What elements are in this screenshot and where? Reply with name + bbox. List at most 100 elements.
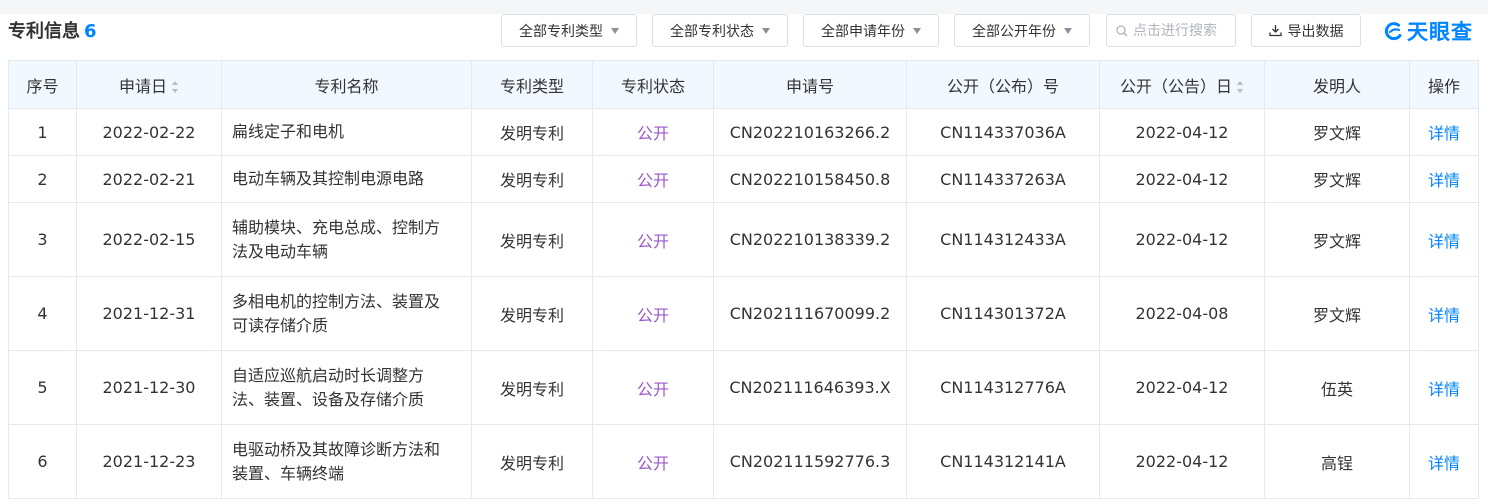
top-strip — [0, 0, 1488, 14]
cell-patent-name: 多相电机的控制方法、装置及 可读存储介质 — [221, 276, 472, 351]
cell-patent-status: 公开 — [592, 202, 714, 277]
cell-apply-date: 2022-02-15 — [76, 202, 222, 277]
cell-apply-no: CN202210163266.2 — [713, 108, 907, 156]
patent-name-line: 法、装置、设备及存储介质 — [232, 389, 425, 409]
cell-apply-date: 2021-12-31 — [76, 276, 222, 351]
patent-status-filter-label: 全部专利状态 — [670, 23, 754, 40]
cell-index: 2 — [8, 155, 77, 203]
cell-pub-no: CN114337036A — [906, 108, 1100, 156]
apply-year-filter[interactable]: 全部申请年份 — [803, 14, 939, 47]
patent-type-filter-label: 全部专利类型 — [519, 23, 603, 40]
detail-link[interactable]: 详情 — [1428, 380, 1460, 399]
cell-apply-no: CN202210158450.8 — [713, 155, 907, 203]
col-header-pub-date[interactable]: 公开（公告）日 — [1099, 60, 1265, 109]
cell-patent-type: 发明专利 — [471, 276, 593, 351]
cell-patent-name: 辅助模块、充电总成、控制方 法及电动车辆 — [221, 202, 472, 277]
search-box[interactable] — [1106, 14, 1236, 47]
cell-inventor: 罗文辉 — [1264, 155, 1410, 203]
col-header-index: 序号 — [8, 60, 77, 109]
patent-name-line: 自适应巡航启动时长调整方 — [232, 365, 425, 385]
table-row: 4 2021-12-31 多相电机的控制方法、装置及 可读存储介质 发明专利 公开… — [8, 276, 1479, 351]
cell-inventor: 伍英 — [1264, 350, 1410, 425]
patent-name-line: 辅助模块、充电总成、控制方 — [232, 217, 441, 237]
sort-icon[interactable] — [1237, 81, 1244, 93]
search-input[interactable] — [1133, 22, 1233, 39]
publish-year-filter[interactable]: 全部公开年份 — [954, 14, 1090, 47]
col-header-action: 操作 — [1409, 60, 1479, 109]
detail-link[interactable]: 详情 — [1428, 171, 1460, 190]
col-header-status: 专利状态 — [592, 60, 714, 109]
detail-link[interactable]: 详情 — [1428, 124, 1460, 143]
col-header-apply-date[interactable]: 申请日 — [76, 60, 222, 109]
cell-inventor: 高锃 — [1264, 424, 1410, 499]
cell-patent-status: 公开 — [592, 350, 714, 425]
table-header-row: 序号 申请日 专利名称 专利类型 专利状态 申请号 公开（公布）号 公开（公告）… — [8, 60, 1479, 109]
col-header-pub-no: 公开（公布）号 — [906, 60, 1100, 109]
cell-patent-type: 发明专利 — [471, 155, 593, 203]
patent-status-filter[interactable]: 全部专利状态 — [652, 14, 788, 47]
cell-pub-date: 2022-04-08 — [1099, 276, 1265, 351]
sort-icon[interactable] — [172, 81, 179, 93]
cell-action: 详情 — [1409, 350, 1479, 425]
patent-name-line: 多相电机的控制方法、装置及 — [232, 291, 441, 311]
cell-pub-date: 2022-04-12 — [1099, 424, 1265, 499]
cell-index: 5 — [8, 350, 77, 425]
cell-apply-no: CN202210138339.2 — [713, 202, 907, 277]
patent-name-line: 电驱动桥及其故障诊断方法和 — [232, 439, 441, 459]
cell-patent-type: 发明专利 — [471, 424, 593, 499]
cell-inventor: 罗文辉 — [1264, 108, 1410, 156]
cell-patent-type: 发明专利 — [471, 350, 593, 425]
cell-patent-status: 公开 — [592, 276, 714, 351]
detail-link[interactable]: 详情 — [1428, 232, 1460, 251]
cell-action: 详情 — [1409, 108, 1479, 156]
caret-down-icon — [1064, 28, 1072, 34]
table-row: 1 2022-02-22 扁线定子和电机 发明专利 公开 CN202210163… — [8, 108, 1479, 156]
cell-index: 6 — [8, 424, 77, 499]
cell-action: 详情 — [1409, 202, 1479, 277]
tianyancha-logo: 天眼查 — [1384, 16, 1473, 46]
patent-count: 6 — [84, 21, 97, 42]
patent-name-line: 装置、车辆终端 — [232, 463, 345, 483]
cell-apply-date: 2021-12-23 — [76, 424, 222, 499]
cell-patent-name: 电动车辆及其控制电源电路 — [221, 155, 472, 203]
table-row: 3 2022-02-15 辅助模块、充电总成、控制方 法及电动车辆 发明专利 公开… — [8, 202, 1479, 277]
cell-patent-status: 公开 — [592, 424, 714, 499]
section-title-label: 专利信息 — [8, 21, 80, 42]
download-icon — [1268, 25, 1282, 37]
col-header-apply-date-label: 申请日 — [118, 76, 167, 96]
cell-pub-no: CN114337263A — [906, 155, 1100, 203]
patent-table: 序号 申请日 专利名称 专利类型 专利状态 申请号 公开（公布）号 公开（公告）… — [8, 60, 1479, 499]
cell-apply-date: 2021-12-30 — [76, 350, 222, 425]
cell-apply-date: 2022-02-21 — [76, 155, 222, 203]
cell-pub-date: 2022-04-12 — [1099, 108, 1265, 156]
cell-apply-no: CN202111592776.3 — [713, 424, 907, 499]
publish-year-filter-label: 全部公开年份 — [972, 23, 1056, 40]
cell-inventor: 罗文辉 — [1264, 202, 1410, 277]
search-icon — [1116, 24, 1128, 36]
col-header-type: 专利类型 — [471, 60, 593, 109]
cell-patent-name: 电驱动桥及其故障诊断方法和 装置、车辆终端 — [221, 424, 472, 499]
col-header-pub-date-label: 公开（公告）日 — [1119, 76, 1232, 96]
export-data-button[interactable]: 导出数据 — [1251, 14, 1361, 47]
cell-patent-name: 扁线定子和电机 — [221, 108, 472, 156]
cell-index: 1 — [8, 108, 77, 156]
patent-toolbar: 专利信息6 全部专利类型 全部专利状态 全部申请年份 全部公开年份 导出数据 — [0, 14, 1488, 58]
cell-apply-no: CN202111670099.2 — [713, 276, 907, 351]
col-header-name: 专利名称 — [221, 60, 472, 109]
cell-pub-date: 2022-04-12 — [1099, 155, 1265, 203]
col-header-apply-no: 申请号 — [713, 60, 907, 109]
cell-pub-date: 2022-04-12 — [1099, 202, 1265, 277]
col-header-inventor: 发明人 — [1264, 60, 1410, 109]
logo-text: 天眼查 — [1407, 20, 1473, 44]
patent-name-line: 电动车辆及其控制电源电路 — [232, 169, 425, 188]
caret-down-icon — [611, 28, 619, 34]
cell-inventor: 罗文辉 — [1264, 276, 1410, 351]
cell-patent-status: 公开 — [592, 108, 714, 156]
patent-name-line: 扁线定子和电机 — [232, 122, 345, 141]
patent-type-filter[interactable]: 全部专利类型 — [501, 14, 637, 47]
table-row: 6 2021-12-23 电驱动桥及其故障诊断方法和 装置、车辆终端 发明专利 公… — [8, 424, 1479, 499]
detail-link[interactable]: 详情 — [1428, 306, 1460, 325]
patent-name-line: 法及电动车辆 — [232, 241, 329, 261]
cell-pub-no: CN114312776A — [906, 350, 1100, 425]
detail-link[interactable]: 详情 — [1428, 454, 1460, 473]
